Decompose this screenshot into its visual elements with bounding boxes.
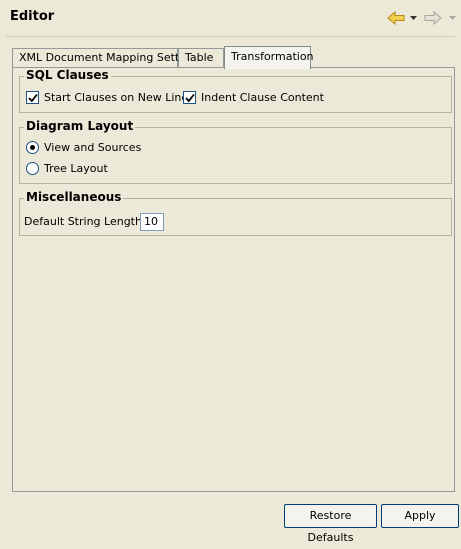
apply-button[interactable]: Apply [381, 504, 459, 528]
indent-clause-checkbox[interactable]: Indent Clause Content [183, 91, 324, 104]
tab-xml-document-mapping-settings[interactable]: XML Document Mapping Settings [12, 48, 202, 68]
chevron-down-icon [410, 16, 417, 20]
forward-history-dropdown[interactable] [449, 9, 456, 27]
start-clauses-checkbox[interactable]: Start Clauses on New Line [26, 91, 188, 104]
back-button[interactable] [387, 9, 405, 27]
default-string-length-input[interactable]: 10 [140, 213, 164, 231]
editor-preferences-window: Editor XML Document Mapping Settings Tab… [0, 0, 461, 544]
forward-button[interactable] [424, 9, 442, 27]
radio-button[interactable] [26, 162, 39, 175]
page-title: Editor [10, 9, 55, 24]
radio-button-selected[interactable] [26, 141, 39, 154]
arrow-right-icon [424, 10, 442, 26]
checkmark-icon [185, 93, 195, 103]
default-string-length-label: Default String Length: [24, 215, 146, 228]
tree-layout-radio[interactable]: Tree Layout [26, 162, 108, 175]
miscellaneous-group: Miscellaneous Default String Length: 10 [19, 190, 452, 236]
checkbox-box[interactable] [26, 91, 39, 104]
start-clauses-label: Start Clauses on New Line [44, 91, 189, 104]
header: Editor [0, 0, 461, 36]
tab-transformation[interactable]: Transformation [224, 46, 314, 69]
indent-clause-label: Indent Clause Content [201, 91, 324, 104]
header-divider [6, 36, 455, 37]
checkmark-icon [28, 93, 38, 103]
back-history-dropdown[interactable] [410, 9, 417, 27]
tree-layout-label: Tree Layout [44, 162, 108, 175]
diagram-layout-group: Diagram Layout View and Sources Tree Lay… [19, 119, 452, 184]
group-title: Miscellaneous [24, 190, 124, 204]
transformation-panel: SQL Clauses Start Clauses on New Line In… [12, 67, 455, 492]
group-title: SQL Clauses [24, 68, 111, 82]
checkbox-box[interactable] [183, 91, 196, 104]
restore-defaults-button[interactable]: Restore Defaults [284, 504, 377, 544]
tab-bar: XML Document Mapping Settings Table Tran… [12, 46, 452, 69]
sql-clauses-group: SQL Clauses Start Clauses on New Line In… [19, 68, 452, 113]
view-and-sources-radio[interactable]: View and Sources [26, 141, 141, 154]
group-title: Diagram Layout [24, 119, 136, 133]
tab-table[interactable]: Table [178, 48, 224, 68]
arrow-left-icon [387, 10, 405, 26]
view-and-sources-label: View and Sources [44, 141, 142, 154]
chevron-down-icon [449, 16, 456, 20]
